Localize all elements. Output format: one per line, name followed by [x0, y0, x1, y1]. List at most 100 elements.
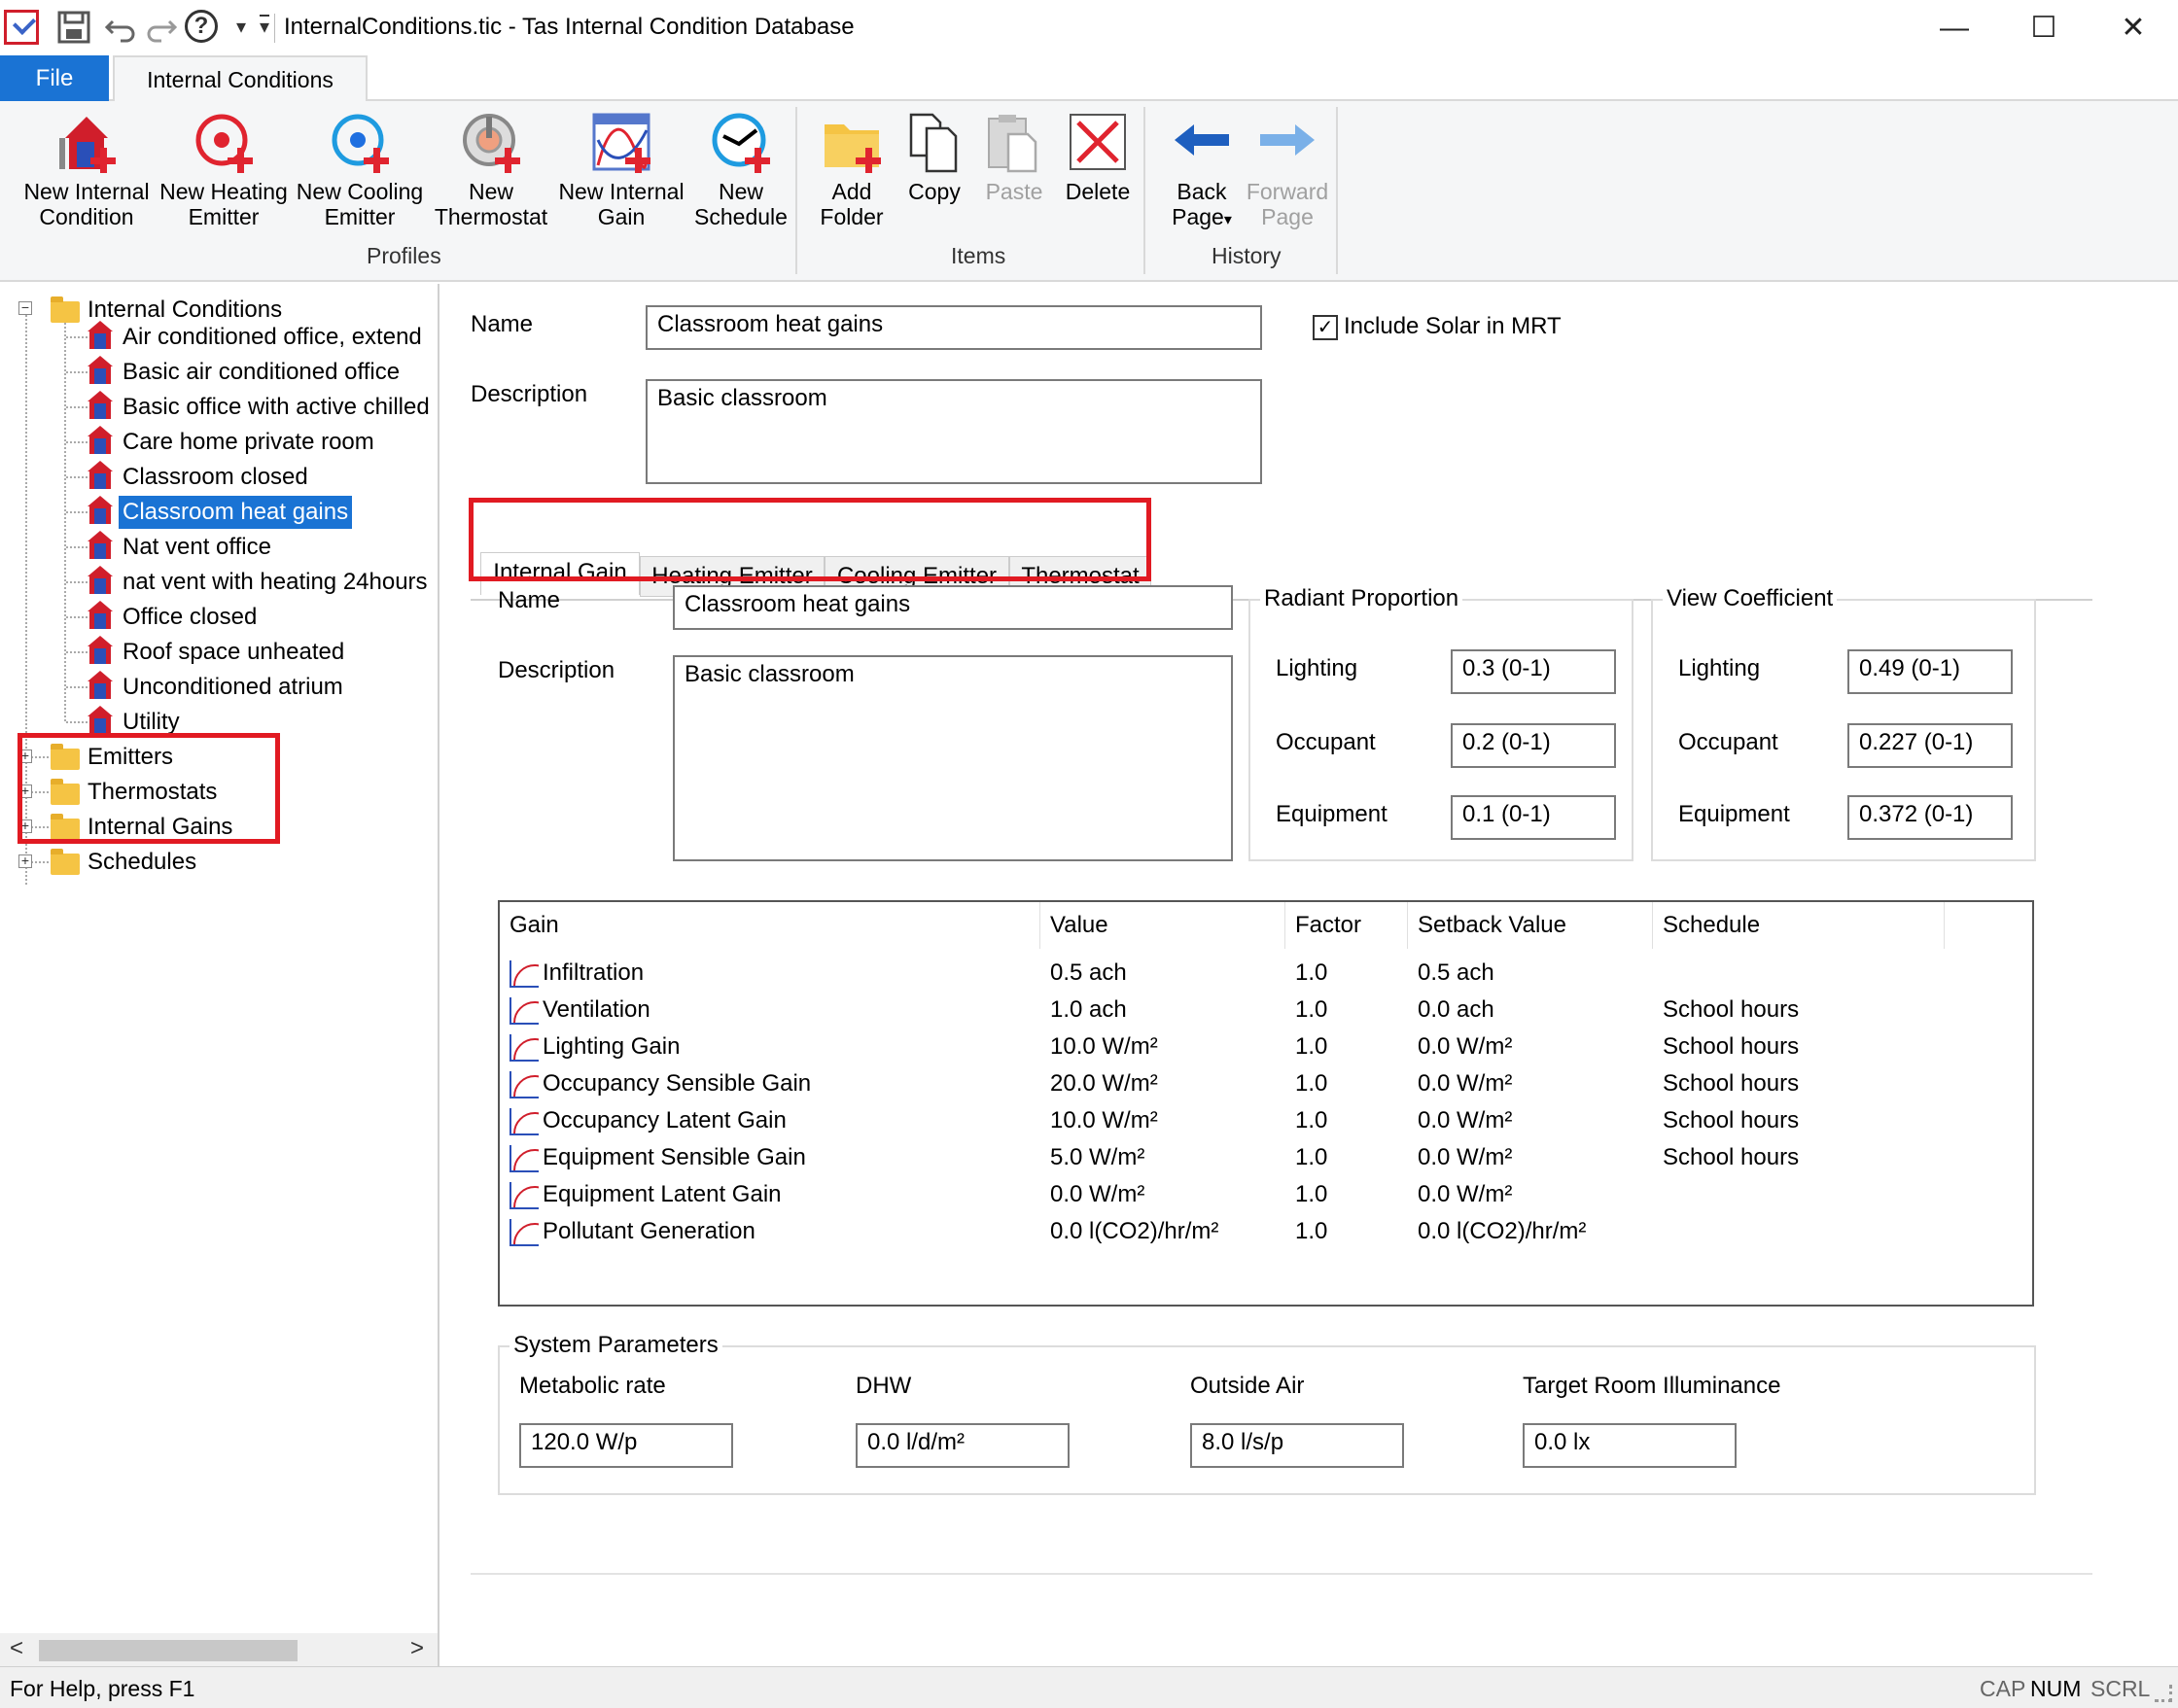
minimize-button[interactable]: — — [1910, 0, 1999, 55]
tree-item-selected[interactable]: Classroom heat gains — [119, 496, 353, 529]
view-lighting-field[interactable]: 0.49 (0-1) — [1847, 649, 2013, 694]
new-thermostat-button[interactable]: New Thermostat — [428, 111, 554, 229]
table-row[interactable]: Pollutant Generation 0.0 l(CO2)/hr/m² 1.… — [500, 1213, 2032, 1250]
schedule-cell: School hours — [1663, 1033, 1800, 1060]
new-internal-condition-button[interactable]: New Internal Condition — [14, 111, 159, 229]
tree-item[interactable]: Basic air conditioned office — [123, 356, 400, 389]
maximize-button[interactable]: ☐ — [1999, 0, 2089, 55]
tree-horizontal-scrollbar[interactable]: < > — [0, 1633, 438, 1666]
tab-file[interactable]: File — [0, 55, 109, 101]
table-row[interactable]: Ventilation 1.0 ach 1.0 0.0 ach School h… — [500, 992, 2032, 1028]
expand-icon[interactable]: + — [18, 854, 32, 868]
scroll-left-icon[interactable]: < — [10, 1635, 23, 1662]
tree-item[interactable]: Office closed — [123, 601, 257, 634]
table-row[interactable]: Occupancy Sensible Gain 20.0 W/m² 1.0 0.… — [500, 1065, 2032, 1102]
target-illuminance-field[interactable]: 0.0 lx — [1523, 1423, 1737, 1468]
save-icon[interactable] — [54, 8, 93, 47]
app-icon[interactable] — [4, 10, 39, 45]
factor-cell: 1.0 — [1295, 996, 1328, 1023]
delete-button[interactable]: Delete — [1058, 111, 1138, 204]
value-cell: 20.0 W/m² — [1050, 1070, 1158, 1097]
metabolic-rate-field[interactable]: 120.0 W/p — [519, 1423, 733, 1468]
condition-description-field[interactable]: Basic classroom — [646, 379, 1262, 484]
gain-name-field[interactable]: Classroom heat gains — [673, 585, 1233, 630]
new-internal-gain-button[interactable]: New Internal Gain — [552, 111, 690, 229]
back-page-button[interactable]: Back Page▾ — [1157, 111, 1247, 233]
new-heating-emitter-button[interactable]: New Heating Emitter — [158, 111, 290, 229]
column-header-value[interactable]: Value — [1040, 902, 1285, 949]
table-row[interactable]: Equipment Latent Gain 0.0 W/m² 1.0 0.0 W… — [500, 1176, 2032, 1213]
setback-cell: 0.0 ach — [1418, 996, 1494, 1023]
copy-button[interactable]: Copy — [898, 111, 970, 204]
undo-icon[interactable] — [101, 8, 140, 47]
cooling-emitter-icon — [329, 111, 391, 175]
tab-internal-conditions[interactable]: Internal Conditions — [113, 55, 368, 103]
tree-item[interactable]: nat vent with heating 24hours — [123, 566, 428, 599]
view-occupant-field[interactable]: 0.227 (0-1) — [1847, 723, 2013, 768]
gain-name-label: Name — [498, 587, 561, 613]
value-cell: 1.0 ach — [1050, 996, 1127, 1023]
view-equipment-field[interactable]: 0.372 (0-1) — [1847, 795, 2013, 840]
table-row[interactable]: Equipment Sensible Gain 5.0 W/m² 1.0 0.0… — [500, 1139, 2032, 1176]
tree-folder-schedules[interactable]: Schedules — [88, 846, 196, 879]
add-folder-button[interactable]: Add Folder — [807, 111, 896, 229]
radiant-proportion-title: Radiant Proportion — [1260, 585, 1463, 612]
scrollbar-thumb[interactable] — [39, 1640, 298, 1661]
gain-profile-icon — [509, 997, 539, 1025]
value-cell: 0.0 l(CO2)/hr/m² — [1050, 1218, 1219, 1244]
close-button[interactable]: ✕ — [2089, 0, 2178, 55]
column-header-setback[interactable]: Setback Value — [1408, 902, 1653, 949]
scroll-right-icon[interactable]: > — [410, 1635, 424, 1662]
tree-item[interactable]: Nat vent office — [123, 531, 271, 564]
gain-profile-icon — [509, 1145, 539, 1172]
value-cell: 0.0 W/m² — [1050, 1181, 1145, 1207]
gains-table[interactable]: Gain Value Factor Setback Value Schedule… — [498, 900, 2034, 1307]
tree-item[interactable]: Basic office with active chilled — [123, 391, 430, 424]
forward-page-button[interactable]: Forward Page — [1243, 111, 1332, 229]
internal-condition-icon — [88, 566, 113, 595]
table-row[interactable]: Lighting Gain 10.0 W/m² 1.0 0.0 W/m² Sch… — [500, 1028, 2032, 1065]
internal-condition-icon — [88, 461, 113, 490]
window-title: InternalConditions.tic - Tas Internal Co… — [284, 14, 855, 40]
new-cooling-emitter-button[interactable]: New Cooling Emitter — [294, 111, 426, 229]
new-schedule-button[interactable]: New Schedule — [690, 111, 791, 229]
column-header-factor[interactable]: Factor — [1285, 902, 1408, 949]
column-header-gain[interactable]: Gain — [500, 902, 1040, 949]
tree-item[interactable]: Unconditioned atrium — [123, 671, 343, 704]
setback-cell: 0.0 W/m² — [1418, 1033, 1513, 1060]
ribbon-label: Condition — [39, 204, 134, 229]
collapse-icon[interactable]: − — [18, 300, 32, 315]
tree-item[interactable]: Air conditioned office, extend — [123, 321, 422, 354]
table-row[interactable]: Infiltration 0.5 ach 1.0 0.5 ach — [500, 955, 2032, 992]
customize-toolbar-icon[interactable]: ▾ — [245, 8, 284, 47]
status-cap: CAP — [1980, 1676, 2026, 1701]
tree-item[interactable]: Roof space unheated — [123, 636, 344, 669]
paste-button[interactable]: Paste — [978, 111, 1050, 204]
factor-cell: 1.0 — [1295, 1218, 1328, 1244]
tree-item[interactable]: Classroom closed — [123, 461, 308, 494]
gain-cell: Occupancy Sensible Gain — [543, 1070, 812, 1097]
ribbon-label: New Internal — [558, 179, 685, 204]
radiant-equipment-field[interactable]: 0.1 (0-1) — [1451, 795, 1616, 840]
ribbon-label: New Internal — [23, 179, 150, 204]
include-solar-checkbox[interactable]: ✓ — [1313, 315, 1338, 340]
help-icon[interactable]: ? — [185, 10, 218, 43]
forward-arrow-icon — [1256, 111, 1318, 175]
ribbon-label: Gain — [597, 204, 646, 229]
resize-grip-icon[interactable] — [2155, 1685, 2172, 1702]
ribbon-label: Schedule — [694, 204, 788, 229]
outside-air-field[interactable]: 8.0 l/s/p — [1190, 1423, 1404, 1468]
dhw-field[interactable]: 0.0 l/d/m² — [856, 1423, 1070, 1468]
value-cell: 10.0 W/m² — [1050, 1107, 1158, 1133]
factor-cell: 1.0 — [1295, 1070, 1328, 1097]
redo-icon[interactable] — [142, 8, 181, 47]
factor-cell: 1.0 — [1295, 1144, 1328, 1170]
column-header-schedule[interactable]: Schedule — [1653, 902, 1945, 949]
setback-cell: 0.0 l(CO2)/hr/m² — [1418, 1218, 1587, 1244]
radiant-lighting-field[interactable]: 0.3 (0-1) — [1451, 649, 1616, 694]
condition-name-field[interactable]: Classroom heat gains — [646, 305, 1262, 350]
radiant-occupant-field[interactable]: 0.2 (0-1) — [1451, 723, 1616, 768]
tree-item[interactable]: Care home private room — [123, 426, 374, 459]
table-row[interactable]: Occupancy Latent Gain 10.0 W/m² 1.0 0.0 … — [500, 1102, 2032, 1139]
gain-description-field[interactable]: Basic classroom — [673, 655, 1233, 861]
